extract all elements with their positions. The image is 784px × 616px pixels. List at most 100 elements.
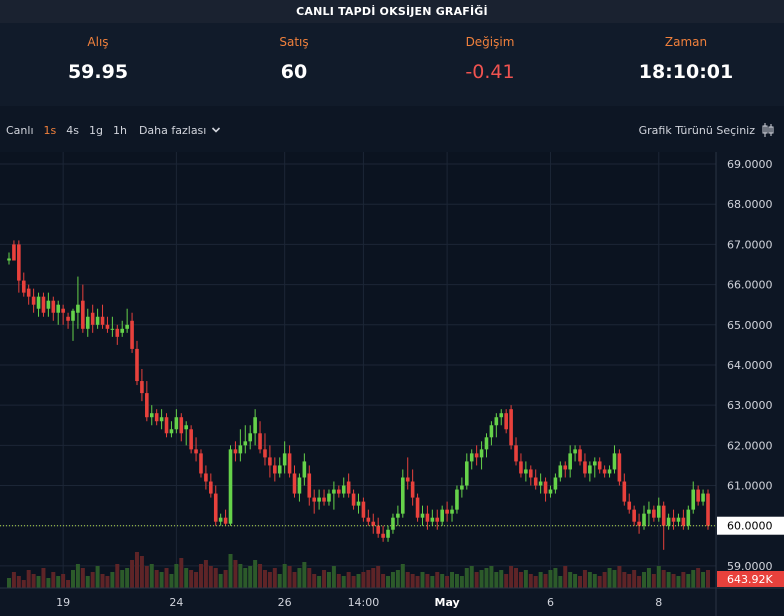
chart-toolbar: Canlı 1s 4s 1g 1h Daha fazlası Grafik Tü… bbox=[0, 118, 784, 142]
volume-bar bbox=[681, 572, 686, 588]
candle-body bbox=[361, 501, 366, 518]
last-price-tag-text: 60.0000 bbox=[727, 520, 773, 533]
candle-body bbox=[696, 489, 700, 502]
volume-bar bbox=[533, 576, 538, 588]
volume-bar bbox=[125, 568, 130, 588]
time-axis: 19 24 26 14:00 May 6 8 bbox=[56, 596, 662, 609]
volume-bar bbox=[331, 566, 336, 588]
volume-bar bbox=[312, 574, 317, 588]
volume-bar bbox=[602, 572, 607, 588]
live-button[interactable]: Canlı bbox=[6, 124, 34, 137]
chart-type-selector[interactable]: Grafik Türünü Seçiniz bbox=[639, 118, 776, 142]
volume-bar bbox=[578, 576, 583, 588]
interval-1s-button[interactable]: 1s bbox=[44, 124, 57, 137]
candle-body bbox=[563, 465, 568, 470]
volume-bar bbox=[105, 576, 110, 588]
time-tick-label: 24 bbox=[169, 596, 183, 609]
candle-body bbox=[642, 513, 646, 526]
interval-1h-button[interactable]: 1h bbox=[113, 124, 127, 137]
volume-bar bbox=[194, 572, 199, 588]
volume-bar bbox=[115, 564, 120, 588]
candle-body bbox=[17, 244, 21, 281]
candle-body bbox=[105, 324, 110, 329]
candle-body bbox=[194, 449, 198, 454]
volume-bar bbox=[277, 574, 282, 588]
volume-bar bbox=[518, 572, 523, 588]
volume-bar bbox=[287, 566, 292, 588]
candle-body bbox=[130, 320, 134, 349]
volume-bar bbox=[75, 564, 80, 588]
candle-body bbox=[204, 473, 208, 482]
candle-body bbox=[21, 280, 26, 293]
volume-bar bbox=[509, 566, 514, 588]
candle-body bbox=[7, 258, 11, 261]
interval-4s-button[interactable]: 4s bbox=[66, 124, 79, 137]
chevron-down-icon bbox=[212, 127, 221, 133]
candle-body bbox=[85, 316, 90, 329]
candle-body bbox=[273, 465, 277, 474]
volume-bar bbox=[16, 576, 21, 588]
price-tick-label: 69.0000 bbox=[727, 158, 773, 171]
volume-bar bbox=[356, 574, 361, 588]
candle-body bbox=[548, 489, 553, 494]
change-value: -0.41 bbox=[465, 61, 515, 83]
candlestick-chart[interactable]: 69.0000 68.0000 67.0000 66.0000 65.0000 64.00… bbox=[0, 152, 784, 616]
volume-bar bbox=[262, 570, 267, 588]
volume-bar bbox=[400, 564, 405, 588]
ticker-panel: Alış 59.95 Satış 60 Değişim -0.41 Zaman … bbox=[0, 23, 784, 106]
volume-bar bbox=[568, 572, 573, 588]
volume-bar bbox=[341, 576, 346, 588]
volume-bar bbox=[272, 568, 277, 588]
volume-bar bbox=[390, 572, 395, 588]
candle-body bbox=[149, 413, 154, 418]
candle-body bbox=[253, 417, 257, 434]
more-dropdown[interactable]: Daha fazlası bbox=[139, 124, 222, 137]
volume-bar bbox=[381, 574, 386, 588]
candle-body bbox=[154, 413, 159, 422]
time-tick-label: 14:00 bbox=[348, 596, 380, 609]
candle-body bbox=[66, 316, 70, 321]
volume-bar bbox=[676, 576, 681, 588]
volume-bar bbox=[523, 570, 528, 588]
candle-body bbox=[307, 473, 312, 498]
candle-body bbox=[632, 509, 636, 522]
volume-bar bbox=[179, 558, 184, 588]
volume-bar bbox=[213, 568, 218, 588]
candle-body bbox=[499, 413, 504, 418]
candle-body bbox=[676, 517, 681, 522]
volume-bar bbox=[543, 574, 548, 588]
volume-bar bbox=[415, 576, 420, 588]
ask-label: Satış bbox=[279, 35, 309, 49]
volume-bar bbox=[351, 576, 356, 588]
volume-bar bbox=[538, 572, 543, 588]
volume-bar bbox=[582, 570, 587, 588]
candle-body bbox=[450, 509, 454, 514]
candle-body bbox=[61, 308, 65, 313]
volume-bar bbox=[139, 556, 144, 588]
volume-bar bbox=[371, 568, 376, 588]
price-tick-label: 66.0000 bbox=[727, 279, 773, 292]
price-axis: 69.0000 68.0000 67.0000 66.0000 65.0000 64.00… bbox=[727, 158, 773, 573]
candle-body bbox=[386, 529, 390, 538]
candle-body bbox=[553, 477, 558, 490]
candle-body bbox=[607, 469, 612, 474]
volume-bar bbox=[686, 574, 691, 588]
volume-bar bbox=[169, 574, 174, 588]
candle-body bbox=[588, 465, 592, 474]
interval-1g-button[interactable]: 1g bbox=[89, 124, 103, 137]
candle-body bbox=[464, 461, 469, 486]
volume-bar bbox=[302, 562, 307, 588]
bid-column: Alış 59.95 bbox=[0, 23, 196, 106]
candle-body bbox=[396, 513, 400, 518]
candle-body bbox=[282, 453, 287, 466]
volume-bar bbox=[651, 574, 656, 588]
volume-bar bbox=[366, 570, 371, 588]
candle-body bbox=[440, 509, 444, 522]
candle-body bbox=[455, 489, 459, 510]
volume-bar bbox=[258, 564, 263, 588]
candle-body bbox=[391, 517, 395, 530]
candle-body bbox=[627, 501, 632, 510]
volume-bar bbox=[592, 574, 597, 588]
candle-body bbox=[519, 461, 523, 474]
ask-value: 60 bbox=[280, 61, 308, 83]
